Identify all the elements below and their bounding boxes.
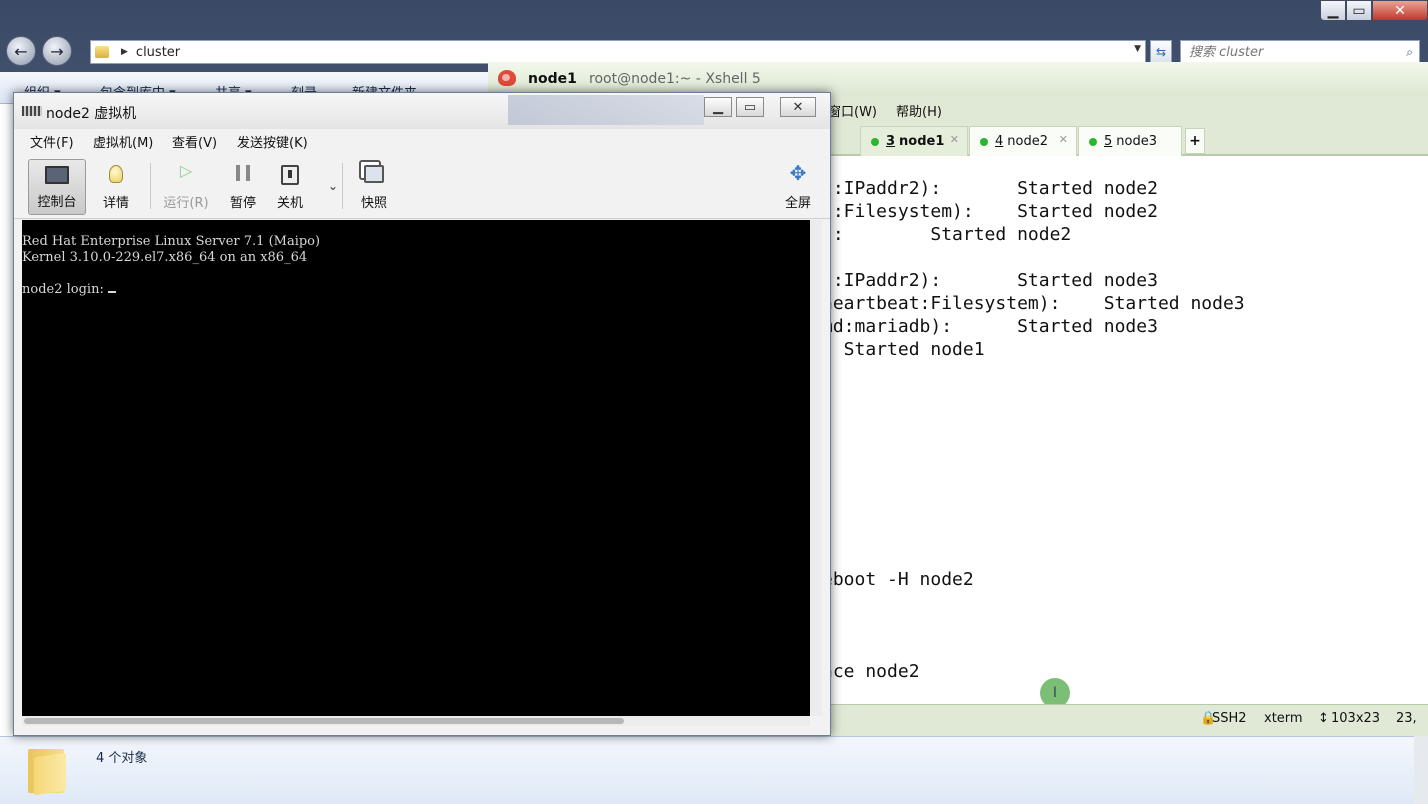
breadcrumb-arrow-icon[interactable]: ▶ [121, 47, 128, 57]
titlebar-overlay [508, 95, 704, 125]
terminal-line: t:IPaddr2): Started node3 [822, 270, 1158, 291]
terminal-size-status: 103x23 [1331, 711, 1381, 726]
toolbar-divider [342, 163, 343, 209]
vm-minimize-button[interactable]: ▁ [704, 97, 732, 117]
terminal-line: ): Started node2 [822, 224, 1072, 245]
vm-maximize-button[interactable]: ▭ [736, 97, 764, 117]
power-icon [281, 165, 299, 185]
run-button[interactable]: ▷ 运行(R) [158, 159, 214, 215]
monitor-icon [45, 166, 69, 184]
refresh-icon: ⇆ [1155, 45, 1167, 59]
cursor-position-status: 23, [1396, 711, 1417, 726]
add-tab-button[interactable]: + [1185, 128, 1205, 154]
explorer-caption-buttons: ▁ ▭ ✕ [1320, 0, 1428, 22]
vm-menubar: 文件(F) 虚拟机(M) 查看(V) 发送按键(K) [14, 129, 830, 153]
lightbulb-icon [109, 165, 123, 183]
xshell-titlebar: node1 root@node1:~ - Xshell 5 [488, 62, 1428, 96]
vm-app-icon [22, 106, 42, 116]
pause-icon [236, 165, 250, 181]
forward-button[interactable]: → [42, 36, 72, 66]
folder-icon [28, 745, 70, 796]
xshell-window-title: root@node1:~ - Xshell 5 [589, 71, 761, 87]
mouse-cursor-icon: I [1040, 678, 1070, 704]
terminal-line: nce node2 [822, 661, 920, 682]
tab-node2[interactable]: 4 node2 ✕ [969, 126, 1077, 156]
terminal-line: t:IPaddr2): Started node2 [822, 178, 1158, 199]
vm-toolbar: 控制台 详情 ▷ 运行(R) 暂停 关机 ⌄ 快照 ✥ 全屏 [14, 153, 830, 219]
vm-close-button[interactable]: ✕ [780, 97, 816, 117]
fullscreen-icon: ✥ [789, 161, 807, 185]
search-box[interactable]: ⌕ [1180, 40, 1420, 64]
menu-file[interactable]: 文件(F) [30, 132, 74, 151]
pause-button[interactable]: 暂停 [224, 159, 262, 215]
close-button[interactable]: ✕ [1372, 0, 1428, 21]
console-login-prompt: node2 login: [22, 282, 116, 297]
search-icon[interactable]: ⌕ [1406, 45, 1413, 60]
vm-window: node2 虚拟机 ▁ ▭ ✕ 文件(F) 虚拟机(M) 查看(V) 发送按键(… [13, 92, 831, 736]
search-input[interactable] [1189, 44, 1389, 60]
item-count: 4 个对象 [96, 751, 148, 766]
close-icon[interactable]: ✕ [1059, 133, 1068, 146]
plus-icon: + [1189, 133, 1201, 149]
xshell-session-title: node1 [528, 71, 577, 87]
address-bar[interactable]: ▶ cluster ▼ [90, 40, 1146, 64]
terminal-line: heartbeat:Filesystem): Started node3 [822, 293, 1245, 314]
tab-node1[interactable]: 3 node1 ✕ [860, 126, 968, 156]
terminal-line: eboot -H node2 [822, 569, 974, 590]
back-button[interactable]: ← [6, 36, 36, 66]
menu-vm[interactable]: 虚拟机(M) [93, 132, 153, 151]
minimize-button[interactable]: ▁ [1320, 0, 1346, 21]
refresh-button[interactable]: ⇆ [1150, 40, 1172, 64]
arrow-right-icon: → [50, 41, 64, 61]
tab-node3[interactable]: 5 node3 [1078, 126, 1182, 156]
toolbar-divider [150, 163, 151, 209]
menu-help[interactable]: 帮助(H) [896, 101, 942, 120]
console-line: Kernel 3.10.0-229.el7.x86_64 on an x86_6… [22, 250, 308, 265]
arrow-left-icon: ← [14, 41, 28, 61]
connected-dot-icon [871, 137, 879, 146]
explorer-scrollbar[interactable] [1414, 736, 1428, 804]
menu-window[interactable]: 窗口(W) [828, 101, 877, 120]
play-icon: ▷ [179, 161, 193, 180]
scrollbar-thumb[interactable] [24, 718, 624, 724]
close-icon[interactable]: ✕ [950, 133, 959, 146]
snapshot-button[interactable]: 快照 [356, 159, 392, 215]
console-line: Red Hat Enterprise Linux Server 7.1 (Mai… [22, 234, 321, 249]
connected-dot-icon [1089, 137, 1097, 146]
snapshot-icon [364, 165, 384, 183]
xshell-logo-icon [498, 70, 516, 86]
resize-icon: ↕ [1318, 711, 1329, 726]
terminal-type-status: xterm [1264, 711, 1303, 726]
console-horizontal-scrollbar[interactable] [22, 716, 810, 726]
console-vertical-scrollbar[interactable] [810, 220, 822, 716]
maximize-button[interactable]: ▭ [1346, 0, 1372, 21]
terminal-line: t:Filesystem): Started node2 [822, 201, 1158, 222]
fullscreen-button[interactable]: ✥ 全屏 [780, 159, 816, 215]
console-button[interactable]: 控制台 [28, 159, 86, 215]
vm-titlebar: node2 虚拟机 ▁ ▭ ✕ [14, 93, 830, 129]
explorer-statusbar: 4 个对象 [0, 736, 1428, 804]
address-dropdown-icon[interactable]: ▼ [1134, 44, 1141, 54]
terminal-line: md:mariadb): Started node3 [822, 316, 1158, 337]
vm-window-title: node2 虚拟机 [46, 106, 137, 122]
menu-view[interactable]: 查看(V) [172, 132, 217, 151]
address-text: cluster [135, 44, 181, 60]
terminal-line: Started node1 [822, 339, 985, 360]
menu-send-key[interactable]: 发送按键(K) [237, 132, 308, 151]
connected-dot-icon [980, 137, 988, 146]
protocol-status: SSH2 [1212, 711, 1247, 726]
details-button[interactable]: 详情 [96, 159, 136, 215]
text-cursor [107, 291, 116, 293]
chevron-down-icon[interactable]: ⌄ [328, 179, 338, 193]
folder-icon [95, 46, 109, 58]
vm-console-screen[interactable]: Red Hat Enterprise Linux Server 7.1 (Mai… [22, 220, 810, 716]
shutdown-button[interactable]: 关机 [272, 159, 308, 215]
